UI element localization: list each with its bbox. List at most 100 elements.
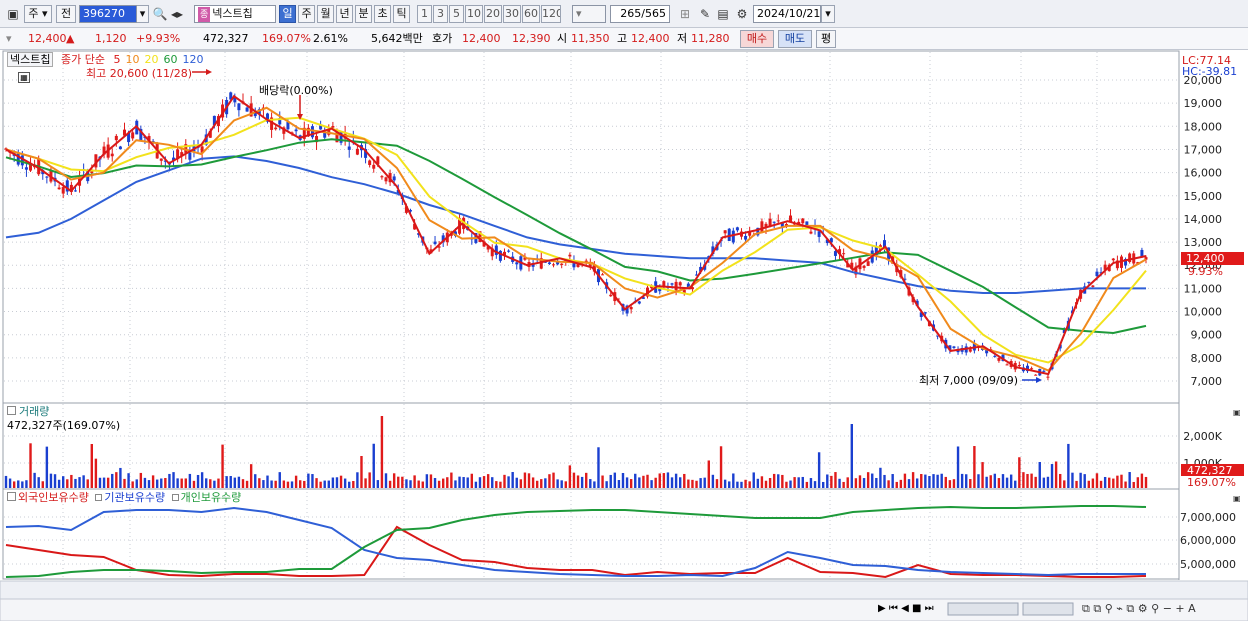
candle-body [923, 312, 927, 314]
draw-icon[interactable]: ✎ [696, 5, 714, 23]
ma-period-60: 60 [163, 53, 178, 66]
candle-body [547, 262, 551, 264]
calendar-button[interactable]: ▾ [821, 5, 835, 23]
minute-option-7[interactable]: 120 [541, 5, 561, 23]
candle-body [609, 294, 613, 297]
info-menu-icon[interactable]: ▾ [6, 31, 12, 47]
candle-body [392, 176, 396, 181]
institution-holding-label: 기관보유수량 [104, 491, 166, 504]
zoom-slider[interactable] [1022, 602, 1074, 616]
quote-change-pct: +9.93% [136, 32, 181, 45]
volume-bar [1083, 474, 1086, 488]
volume-bar [683, 473, 686, 488]
volume-bar [380, 416, 384, 488]
view-controls[interactable]: ⧉ ⧉ ⚲ ⌁ ⧉ ⚙ ⚲ − + A [1082, 602, 1196, 615]
volume-bar [327, 480, 330, 488]
volume-bar [785, 481, 788, 488]
stock-chart[interactable]: 20,00019,00018,00017,00016,00015,00014,0… [0, 50, 1248, 621]
y-tick-3: 17,000 [1184, 143, 1223, 156]
prev-button[interactable]: 전 [56, 5, 76, 23]
stock-name-tag[interactable]: 넥스트칩 [7, 52, 54, 67]
settings-icon[interactable]: ⚙ [733, 5, 751, 23]
volume-bar [131, 481, 134, 488]
volume-bar [760, 476, 764, 488]
minute-option-5[interactable]: 30 [503, 5, 521, 23]
search-icon[interactable]: 🔍 [151, 5, 169, 23]
scroll-controls[interactable]: ▶ ⏮ ◀ ■ ⏭ [878, 602, 934, 615]
volume-bar [470, 473, 474, 488]
minute-option-1[interactable]: 3 [433, 5, 448, 23]
period-type-label: 주 [28, 7, 39, 20]
volume-bar [1009, 474, 1013, 488]
volume-bar [450, 472, 453, 488]
volume-bar [172, 472, 175, 488]
candle-body [515, 262, 519, 265]
interval-tab-3[interactable]: 년 [336, 5, 353, 23]
volume-bar [920, 474, 923, 488]
grid-icon[interactable]: ⊞ [676, 5, 694, 23]
interval-tab-4[interactable]: 분 [355, 5, 372, 23]
volume-bar [29, 443, 32, 488]
volume-bar [233, 477, 237, 488]
volume-bar [703, 477, 706, 488]
range-field[interactable]: 265/565 [610, 5, 670, 23]
volume-bar [695, 480, 698, 488]
volume-bar [405, 479, 408, 488]
volume-bar [343, 478, 347, 488]
candle-body [952, 346, 956, 348]
speaker-icon[interactable]: ◂▸ [168, 5, 186, 23]
minute-option-6[interactable]: 60 [522, 5, 540, 23]
volume-bar [352, 481, 355, 488]
volume-bar [642, 475, 645, 488]
volume-bar [850, 424, 854, 488]
eval-button[interactable]: 평 [816, 30, 836, 48]
code-dropdown[interactable]: ▾ [137, 5, 149, 23]
volume-bar [654, 477, 657, 488]
minute-option-2[interactable]: 5 [449, 5, 464, 23]
volume-bar [613, 472, 617, 488]
window-icon[interactable]: ▣ [4, 5, 22, 23]
interval-tab-1[interactable]: 주 [298, 5, 315, 23]
stock-name-field[interactable]: 종 넥스트칩 [194, 5, 276, 23]
volume-bar [1038, 462, 1041, 488]
candle-body [997, 357, 1001, 361]
holding-panel-close-icon[interactable]: ▣ [1233, 492, 1241, 505]
minute-option-0[interactable]: 1 [417, 5, 432, 23]
candle-body [372, 164, 376, 169]
holding-legend: 외국인보유수량 기관보유수량 개인보유수량 [7, 491, 241, 504]
volume-panel-close-icon[interactable]: ▣ [1233, 406, 1241, 419]
volume-bar [192, 480, 196, 488]
minute-option-3[interactable]: 10 [465, 5, 483, 23]
legend-menu-icon[interactable]: ▦ [18, 70, 30, 83]
volume-bar [221, 444, 224, 488]
volume-bar [1079, 472, 1082, 488]
volume-bar [266, 475, 269, 488]
volume-bar [805, 481, 809, 488]
scrollbar-thumb[interactable] [947, 602, 1019, 616]
minus-icon: − [1162, 602, 1172, 615]
interval-tab-6[interactable]: 틱 [393, 5, 410, 23]
volume-bar [213, 480, 216, 488]
interval-tab-2[interactable]: 월 [317, 5, 334, 23]
minute-option-4[interactable]: 20 [484, 5, 502, 23]
buy-button[interactable]: 매수 [740, 30, 774, 48]
period-type-select[interactable]: 주 ▾ [24, 5, 52, 23]
volume-bar [1120, 474, 1123, 488]
volume-bar [605, 481, 608, 488]
interval-tab-0[interactable]: 일 [279, 5, 296, 23]
rewind-icon: ◀ [901, 603, 909, 614]
plus-icon: + [1175, 602, 1185, 615]
candle-body [73, 190, 77, 192]
save-icon[interactable]: ▤ [714, 5, 732, 23]
interval-value-select[interactable]: ▾ [572, 5, 606, 23]
volume-bar [960, 473, 964, 488]
volume-bar [768, 478, 772, 488]
volume-bar [621, 473, 625, 488]
interval-tab-5[interactable]: 초 [374, 5, 391, 23]
volume-bar [956, 446, 960, 488]
sell-button[interactable]: 매도 [778, 30, 812, 48]
date-field[interactable]: 2024/10/21 [753, 5, 821, 23]
stock-code-input[interactable]: 396270 [79, 5, 137, 23]
volume-bar [556, 479, 559, 488]
holding-panel-menu [7, 492, 16, 501]
